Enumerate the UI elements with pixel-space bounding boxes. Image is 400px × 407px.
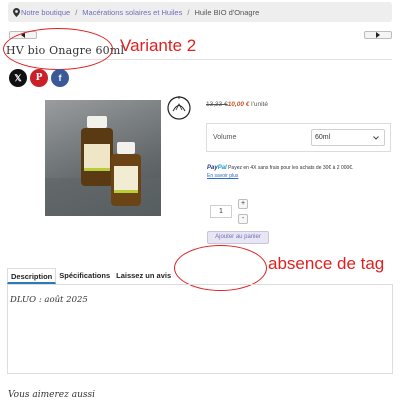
tab-description[interactable]: Description	[7, 268, 57, 284]
breadcrumb-link-boutique[interactable]: Notre boutique	[21, 8, 70, 17]
brand-logo	[167, 96, 191, 120]
breadcrumb-separator: /	[75, 7, 78, 17]
arrow-right-icon	[376, 32, 380, 38]
paypal-learn-more-link[interactable]: En savoir plus	[207, 173, 353, 179]
product-photo	[45, 116, 161, 216]
x-icon: 𝕏	[14, 72, 22, 83]
price-old: 13,33 €	[206, 101, 228, 108]
map-pin-icon	[13, 7, 20, 17]
add-to-cart-button[interactable]: Ajouter au panier	[207, 231, 269, 244]
variant-label: Volume	[213, 134, 237, 141]
breadcrumb-current: Huile BIO d'Onagre	[194, 7, 260, 17]
breadcrumb: Notre boutique / Macérations solaires et…	[8, 2, 392, 22]
variant-selector-box: Volume 60ml	[206, 123, 391, 152]
tab-specifications[interactable]: Spécifications	[56, 268, 113, 284]
pinterest-icon: P	[35, 73, 43, 83]
product-image[interactable]	[45, 100, 161, 216]
share-x-button[interactable]: 𝕏	[9, 69, 27, 87]
annotation-ellipse-title	[3, 28, 113, 70]
annotation-absence-de-tag: absence de tag	[268, 254, 385, 273]
annotation-variante: Variante 2	[120, 36, 197, 55]
next-product-button[interactable]	[364, 31, 392, 39]
share-pinterest-button[interactable]: P	[30, 69, 48, 87]
paypal-message: PayPal Payez en 4X sans frais pour les a…	[207, 165, 353, 179]
quantity-increase-button[interactable]: +	[238, 199, 248, 209]
breadcrumb-link-macerations[interactable]: Macérations solaires et Huiles	[82, 8, 182, 17]
tab-review[interactable]: Laissez un avis	[113, 268, 174, 284]
volume-select-value: 60ml	[315, 134, 331, 141]
paypal-text: Payez en 4X sans frais pour les achats d…	[228, 165, 354, 171]
price-new: 10,00 €	[227, 101, 250, 108]
quantity-input[interactable]: 1	[210, 205, 232, 218]
product-price: 13,33 €10,00 € l'unité	[206, 101, 268, 108]
paypal-logo: Pay	[207, 165, 218, 171]
description-dluo: DLUO : août 2025	[10, 295, 88, 305]
facebook-icon: f	[58, 73, 62, 83]
chevron-down-icon	[373, 135, 379, 140]
volume-select[interactable]: 60ml	[311, 129, 385, 146]
also-like-heading: Vous aimerez aussi	[8, 390, 95, 400]
price-unit: l'unité	[249, 101, 268, 108]
quantity-decrease-button[interactable]: -	[238, 214, 248, 224]
product-tabs: Description Spécifications Laissez un av…	[7, 268, 174, 284]
share-facebook-button[interactable]: f	[51, 69, 69, 87]
paypal-logo-part2: Pal	[217, 165, 227, 171]
breadcrumb-separator: /	[187, 7, 190, 17]
